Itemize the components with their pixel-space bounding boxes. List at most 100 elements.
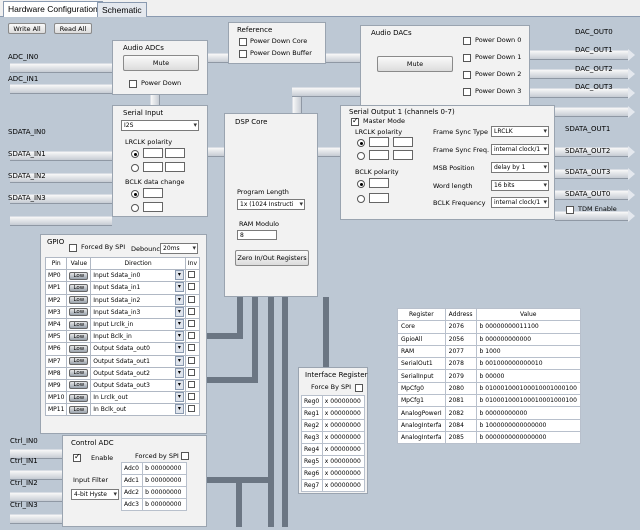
gpio-inv-checkbox[interactable] [187, 295, 195, 303]
zero-registers-button[interactable]: Zero In/Out Registers [235, 250, 309, 266]
gpio-direction-select[interactable]: Input Sdata_in3 [93, 309, 140, 316]
gpio-direction-select[interactable]: Output Sdata_out2 [93, 370, 150, 377]
write-all-button[interactable]: Write All [8, 23, 46, 34]
chevron-down-icon[interactable]: ▾ [174, 318, 184, 329]
gpio-value-button[interactable]: Low [69, 344, 89, 353]
frame-sync-freq-select[interactable]: internal clock/1 [491, 144, 549, 155]
gpio-value-button[interactable]: Low [69, 320, 89, 329]
chevron-down-icon[interactable]: ▾ [174, 282, 184, 293]
control-adc-forced-by-spi-checkbox[interactable] [181, 452, 189, 460]
gpio-inv-checkbox[interactable] [187, 393, 195, 401]
gpio-value-button[interactable]: Low [69, 381, 89, 390]
adc-mute-button[interactable]: Mute [123, 55, 199, 71]
gpio-direction-select[interactable]: Input Lrclk_in [93, 321, 133, 328]
gpio-direction-select[interactable]: Input Bclk_in [93, 333, 131, 340]
si-bclk-radio-2[interactable] [131, 204, 139, 212]
gpio-value-button[interactable]: Low [69, 332, 89, 341]
gpio-inv-checkbox[interactable] [187, 271, 195, 279]
so-lrclk-radio-2[interactable] [357, 152, 365, 160]
gpio-inv-checkbox[interactable] [187, 368, 195, 376]
input-filter-select[interactable]: 4-bit Hyste [71, 489, 119, 500]
gpio-value-button[interactable]: Low [69, 271, 89, 280]
gpio-direction-select[interactable]: In Bclk_out [93, 406, 126, 413]
gpio-direction-select[interactable]: In Lrclk_out [93, 394, 127, 401]
chevron-down-icon[interactable]: ▾ [174, 379, 184, 390]
control-adc-enable-checkbox[interactable] [73, 452, 81, 462]
gpio-value-button[interactable]: Low [69, 405, 89, 414]
gpio-inv-checkbox[interactable] [187, 307, 195, 315]
iface-reg-value[interactable]: x 00000000 [321, 419, 366, 432]
register-value[interactable]: b 001000000000010 [475, 357, 581, 371]
register-value[interactable]: b 00000 [475, 369, 581, 383]
ram-modulo-field[interactable]: 8 [237, 230, 277, 240]
gpio-value-button[interactable]: Low [69, 283, 89, 292]
iface-reg-value[interactable]: x 00000000 [321, 467, 366, 480]
chevron-down-icon[interactable]: ▾ [174, 343, 184, 354]
msb-position-select[interactable]: delay by 1 [491, 162, 549, 173]
iface-reg-value[interactable]: x 00000000 [321, 431, 366, 444]
gpio-forced-by-spi-checkbox[interactable] [69, 244, 77, 252]
so-bclk-radio-1[interactable] [357, 180, 365, 188]
master-mode-checkbox[interactable] [351, 116, 359, 126]
dac-power-down-1-checkbox[interactable] [463, 54, 471, 62]
gpio-value-button[interactable]: Low [69, 393, 89, 402]
register-value[interactable]: b 1000000000000000 [475, 418, 581, 432]
gpio-direction-select[interactable]: Input Sdata_in2 [93, 297, 140, 304]
iface-reg-value[interactable]: x 00000000 [321, 407, 366, 420]
register-value[interactable]: b 010001000100010001000100 [475, 394, 581, 408]
register-value[interactable]: b 00000000000 [475, 406, 581, 420]
dac-power-down-0-checkbox[interactable] [463, 37, 471, 45]
gpio-inv-checkbox[interactable] [187, 356, 195, 364]
gpio-direction-select[interactable]: Output Sdata_out3 [93, 382, 150, 389]
gpio-value-button[interactable]: Low [69, 296, 89, 305]
gpio-direction-select[interactable]: Input Sdata_in1 [93, 284, 140, 291]
si-bclk-radio-1[interactable] [131, 190, 139, 198]
tab-schematic[interactable]: Schematic [97, 2, 147, 17]
iface-reg-value[interactable]: x 00000000 [321, 443, 366, 456]
si-lrclk-radio-1[interactable] [131, 150, 139, 158]
chevron-down-icon[interactable]: ▾ [174, 306, 184, 317]
tab-hardware-configuration[interactable]: Hardware Configuration [3, 1, 103, 17]
iface-forced-by-spi-checkbox[interactable] [355, 384, 363, 392]
bclk-frequency-select[interactable]: internal clock/1 [491, 197, 549, 208]
gpio-value-button[interactable]: Low [69, 308, 89, 317]
gpio-inv-checkbox[interactable] [187, 344, 195, 352]
read-all-button[interactable]: Read All [54, 23, 92, 34]
chevron-down-icon[interactable]: ▾ [174, 367, 184, 378]
gpio-inv-checkbox[interactable] [187, 332, 195, 340]
serial-input-mode-select[interactable]: I2S [121, 120, 199, 131]
dac-power-down-3-checkbox[interactable] [463, 88, 471, 96]
register-value[interactable]: b 1000 [475, 344, 581, 359]
gpio-value-button[interactable]: Low [69, 357, 89, 366]
gpio-value-button[interactable]: Low [69, 369, 89, 378]
iface-reg-value[interactable]: x 00000000 [321, 455, 366, 468]
gpio-direction-select[interactable]: Output Sdata_out1 [93, 358, 150, 365]
chevron-down-icon[interactable]: ▾ [174, 404, 184, 415]
chevron-down-icon[interactable]: ▾ [174, 355, 184, 366]
si-lrclk-radio-2[interactable] [131, 164, 139, 172]
iface-reg-value[interactable]: x 00000000 [321, 395, 366, 408]
register-value[interactable]: b 0000000000000000 [475, 430, 581, 445]
gpio-direction-select[interactable]: Input Sdata_in0 [93, 272, 140, 279]
dac-mute-button[interactable]: Mute [377, 56, 453, 72]
chevron-down-icon[interactable]: ▾ [174, 270, 184, 281]
register-value[interactable]: b 010001000100010001000100 [475, 381, 581, 396]
word-length-select[interactable]: 16 bits [491, 180, 549, 191]
dac-power-down-2-checkbox[interactable] [463, 71, 471, 79]
so-lrclk-radio-1[interactable] [357, 139, 365, 147]
tdm-enable-checkbox[interactable] [566, 206, 574, 214]
gpio-inv-checkbox[interactable] [187, 380, 195, 388]
iface-reg-value[interactable]: x 00000000 [321, 479, 366, 492]
gpio-direction-select[interactable]: Output Sdata_out0 [93, 345, 150, 352]
power-down-core-checkbox[interactable] [239, 38, 247, 46]
gpio-inv-checkbox[interactable] [187, 320, 195, 328]
debounce-select[interactable]: 20ms [160, 243, 198, 254]
power-down-buffer-checkbox[interactable] [239, 50, 247, 58]
so-bclk-radio-2[interactable] [357, 195, 365, 203]
gpio-inv-checkbox[interactable] [187, 405, 195, 413]
register-value[interactable]: b 000000000000 [475, 332, 581, 346]
program-length-select[interactable]: 1x (1024 Instructi [237, 199, 305, 210]
register-value[interactable]: b 00000000011100 [475, 320, 581, 334]
chevron-down-icon[interactable]: ▾ [174, 331, 184, 342]
gpio-inv-checkbox[interactable] [187, 283, 195, 291]
